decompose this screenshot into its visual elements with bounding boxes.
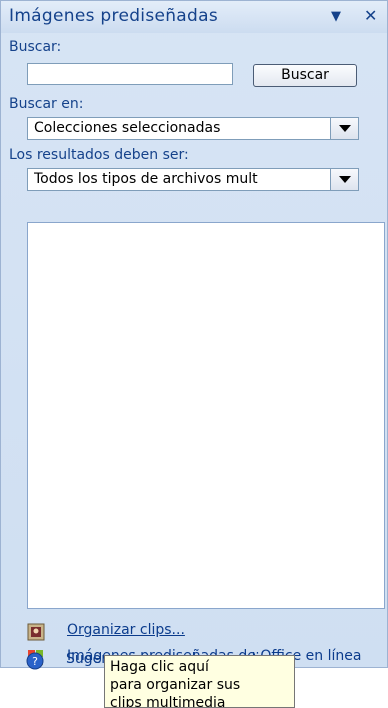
chevron-down-icon[interactable] [330,118,358,139]
search-label: Buscar: [9,39,62,55]
chevron-down-icon[interactable] [330,169,358,190]
clip-art-task-pane: Imágenes prediseñadas ▼ ✕ Buscar: Buscar… [0,0,388,668]
results-list[interactable] [27,222,385,609]
results-type-label: Los resultados deben ser: [9,147,189,163]
help-icon: ? [26,652,44,670]
organize-clips-tooltip: Haga clic aquí para organizar sus clips … [104,655,295,708]
results-type-select[interactable]: Todos los tipos de archivos mult [27,168,359,191]
results-type-selected-value: Todos los tipos de archivos mult [34,171,258,187]
close-icon[interactable]: ✕ [364,6,377,25]
panel-title: Imágenes prediseñadas [9,6,218,26]
search-in-label: Buscar en: [9,96,84,112]
search-button[interactable]: Buscar [253,64,357,87]
organize-clips-icon [27,623,45,641]
organize-clips-link-label[interactable]: Organizar clips... [67,622,185,638]
search-in-selected-value: Colecciones seleccionadas [34,120,221,136]
svg-text:?: ? [32,655,38,668]
tooltip-line: clips multimedia [110,695,226,708]
task-pane-title-bar: Imágenes prediseñadas ▼ ✕ [1,1,387,33]
tooltip-line: para organizar sus [110,677,241,693]
search-input[interactable] [27,63,233,85]
search-in-select[interactable]: Colecciones seleccionadas [27,117,359,140]
dropdown-arrow-icon[interactable]: ▼ [331,9,341,24]
tooltip-line: Haga clic aquí [110,659,209,675]
